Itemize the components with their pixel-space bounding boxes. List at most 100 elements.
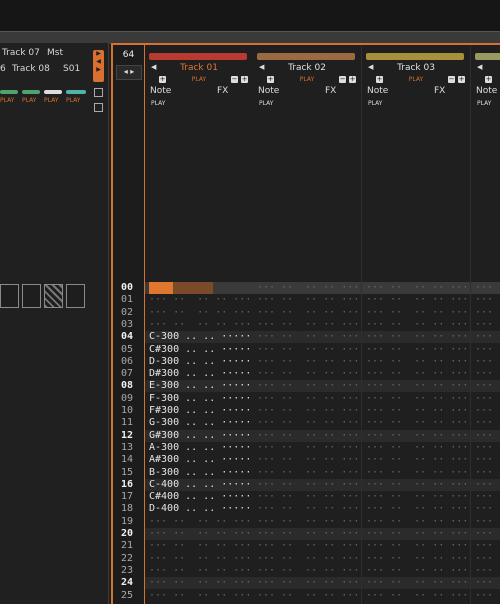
mixer-track-07-label[interactable]: Track 07 [2, 48, 40, 58]
pattern-row[interactable]: ··· ·· ·· ·· ······ [253, 319, 361, 331]
device-slot[interactable] [66, 284, 85, 308]
pattern-row[interactable]: ··· ·· ·· ·· ······ [253, 540, 361, 552]
remove-column-icon[interactable]: − [448, 76, 455, 83]
pattern-row[interactable]: ··· ·· ·· ·· ······ [362, 380, 470, 393]
pattern-row[interactable]: ··· ·· ·· ·· ······ [253, 331, 361, 344]
pattern-row[interactable]: ··· ·· ·· ·· ······ [145, 528, 253, 540]
pattern-row[interactable]: ··· ·· ·· ·· ······ [253, 454, 361, 466]
pattern-row[interactable]: ··· ·· ·· ·· ······ [362, 553, 470, 565]
pattern-row[interactable]: ··· ·· ·· ·· ······ [362, 454, 470, 466]
pattern-row[interactable]: D-400 .. .. ······ [145, 503, 253, 515]
pattern-row[interactable]: ··· ·· ·· ·· ······ [362, 331, 470, 344]
track-name[interactable]: Track 03 [362, 63, 470, 73]
mixer-track-08-label[interactable]: Track 08 [12, 64, 50, 74]
track-02-column[interactable]: ◀ Track 02 + PLAY − + Note FX PLAY ··· ·… [253, 45, 362, 604]
note-column-header[interactable]: Note [476, 86, 497, 96]
add-fx-column-icon[interactable]: + [458, 76, 465, 83]
pattern-row[interactable]: ··· ·· ·· ·· ······ [145, 565, 253, 577]
pattern-row[interactable]: ··· ·· ·· ·· ······ [471, 528, 500, 540]
pattern-row[interactable]: ··· ·· ·· ·· ······ [253, 467, 361, 479]
pattern-row[interactable]: ··· ·· ·· ·· ······ [471, 442, 500, 454]
pattern-row[interactable]: ··· ·· ·· ·· ······ [362, 478, 470, 491]
pattern-row[interactable]: ··· ·· ·· ·· ······ [362, 528, 470, 540]
pattern-row[interactable]: ··· ·· ·· ·· ······ [253, 590, 361, 602]
add-fx-column-icon[interactable]: + [349, 76, 356, 83]
pattern-row[interactable]: ··· ·· ·· ·· ······ [253, 503, 361, 515]
pattern-row[interactable]: ··· ·· ·· ·· ······ [362, 356, 470, 368]
mixer-send-01-label[interactable]: S01 [63, 64, 80, 74]
pattern-row[interactable]: ··· ·· ·· ·· ······ [362, 590, 470, 602]
pattern-row[interactable]: ··· ·· ·· ·· ······ [362, 516, 470, 528]
pattern-row[interactable]: ··· ·· ·· ·· ······ [362, 405, 470, 417]
pattern-length-arrows[interactable]: ◂ ▸ [116, 65, 142, 80]
pattern-row[interactable]: ··· ·· ·· ·· ······ [362, 294, 470, 306]
pattern-row[interactable]: B-300 .. .. ······ [145, 467, 253, 479]
pattern-row[interactable]: ··· ·· ·· ·· ······ [362, 393, 470, 405]
pattern-row[interactable]: ··· ·· ·· ·· ······ [362, 429, 470, 442]
pattern-row[interactable]: ··· ·· ·· ·· ······ [253, 368, 361, 380]
pattern-row[interactable] [145, 282, 253, 294]
pattern-row[interactable]: C-400 .. .. ······ [145, 478, 253, 491]
pattern-row[interactable]: ··· ·· ·· ·· ······ [253, 282, 361, 294]
pattern-row[interactable]: ··· ·· ·· ·· ······ [362, 577, 470, 590]
note-column-header[interactable]: Note [258, 86, 279, 96]
pattern-row[interactable]: ··· ·· ·· ·· ······ [253, 553, 361, 565]
pattern-row[interactable]: G#300 .. .. ······ [145, 429, 253, 442]
pattern-row[interactable]: ··· ·· ·· ·· ······ [471, 516, 500, 528]
pattern-row[interactable]: A-300 .. .. ······ [145, 442, 253, 454]
pattern-row[interactable]: ··· ·· ·· ·· ······ [471, 467, 500, 479]
remove-column-icon[interactable]: − [231, 76, 238, 83]
fx-column-header[interactable]: FX [434, 86, 445, 96]
device-slot-hatched[interactable] [44, 284, 63, 308]
pattern-row[interactable]: ··· ·· ·· ·· ······ [471, 577, 500, 590]
pattern-row[interactable]: ··· ·· ·· ·· ······ [471, 478, 500, 491]
pattern-row[interactable]: A#300 .. .. ······ [145, 454, 253, 466]
pattern-row[interactable]: ··· ·· ·· ·· ······ [471, 590, 500, 602]
pattern-row[interactable]: ··· ·· ·· ·· ······ [471, 344, 500, 356]
pattern-row[interactable]: ··· ·· ·· ·· ······ [145, 553, 253, 565]
grid-icon[interactable] [94, 88, 103, 97]
pattern-row[interactable]: ··· ·· ·· ·· ······ [145, 294, 253, 306]
pattern-row[interactable]: ··· ·· ·· ·· ······ [362, 417, 470, 429]
pattern-row[interactable]: ··· ·· ·· ·· ······ [253, 442, 361, 454]
pattern-row[interactable]: ··· ·· ·· ·· ······ [362, 344, 470, 356]
pattern-row[interactable]: ··· ·· ·· ·· ······ [471, 393, 500, 405]
pattern-row[interactable]: ··· ·· ·· ·· ······ [253, 565, 361, 577]
mixer-master-label[interactable]: Mst [47, 48, 63, 58]
pattern-row[interactable]: ··· ·· ·· ·· ······ [253, 307, 361, 319]
pattern-row[interactable]: ··· ·· ·· ·· ······ [253, 491, 361, 503]
pattern-row[interactable]: ··· ·· ·· ·· ······ [145, 577, 253, 590]
pattern-row[interactable]: ··· ·· ·· ·· ······ [362, 491, 470, 503]
note-column-header[interactable]: Note [150, 86, 171, 96]
pattern-row[interactable]: ··· ·· ·· ·· ······ [253, 356, 361, 368]
pattern-row[interactable]: ··· ·· ·· ·· ······ [471, 294, 500, 306]
pattern-row[interactable]: C-300 .. .. ······ [145, 331, 253, 344]
note-column-header[interactable]: Note [367, 86, 388, 96]
pattern-row[interactable]: ··· ·· ·· ·· ······ [471, 405, 500, 417]
pattern-row[interactable]: ··· ·· ·· ·· ······ [253, 429, 361, 442]
pattern-row[interactable]: ··· ·· ·· ·· ······ [471, 491, 500, 503]
pattern-row[interactable]: ··· ·· ·· ·· ······ [362, 503, 470, 515]
fx-column-header[interactable]: FX [217, 86, 228, 96]
pattern-row[interactable]: ··· ·· ·· ·· ······ [471, 380, 500, 393]
add-fx-column-icon[interactable]: + [241, 76, 248, 83]
pattern-row[interactable]: D-300 .. .. ······ [145, 356, 253, 368]
pattern-row[interactable]: ··· ·· ·· ·· ······ [471, 331, 500, 344]
pattern-row[interactable]: ··· ·· ·· ·· ······ [253, 344, 361, 356]
pattern-row[interactable]: ··· ·· ·· ·· ······ [253, 393, 361, 405]
pattern-row[interactable]: ··· ·· ·· ·· ······ [145, 319, 253, 331]
remove-column-icon[interactable]: − [339, 76, 346, 83]
pattern-row[interactable]: G-300 .. .. ······ [145, 417, 253, 429]
pattern-row[interactable]: ··· ·· ·· ·· ······ [471, 319, 500, 331]
add-column-icon[interactable]: + [485, 76, 492, 83]
pattern-row[interactable]: C#400 .. .. ······ [145, 491, 253, 503]
pattern-row[interactable]: ··· ·· ·· ·· ······ [145, 516, 253, 528]
pattern-row[interactable]: ··· ·· ·· ·· ······ [471, 356, 500, 368]
pattern-row[interactable]: ··· ·· ·· ·· ······ [145, 540, 253, 552]
pattern-row[interactable]: ··· ·· ·· ·· ······ [471, 540, 500, 552]
track-name[interactable]: Track 02 [253, 63, 361, 73]
device-slot[interactable] [22, 284, 41, 308]
pattern-row[interactable]: C#300 .. .. ······ [145, 344, 253, 356]
pattern-row[interactable]: ··· ·· ·· ·· ······ [471, 503, 500, 515]
pattern-row[interactable]: ··· ·· ·· ·· ······ [145, 590, 253, 602]
